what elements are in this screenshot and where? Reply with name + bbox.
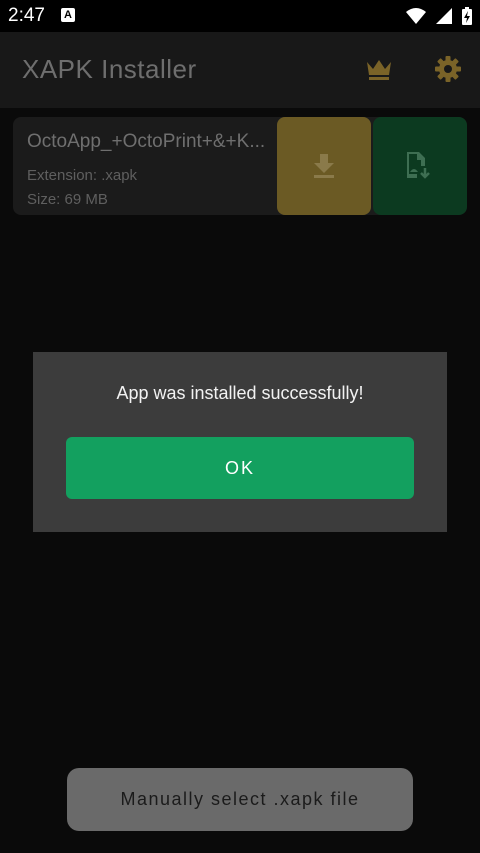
notification-icon: A bbox=[61, 8, 75, 22]
gear-icon[interactable] bbox=[433, 54, 463, 84]
select-xapk-button[interactable]: Manually select .xapk file bbox=[67, 768, 413, 831]
battery-charging-icon bbox=[462, 7, 472, 25]
file-size: Size: 69 MB bbox=[27, 191, 108, 208]
status-time: 2:47 bbox=[8, 5, 45, 26]
app-screen: 2:47 A XAPK Installer OctoApp_+OctoPrint… bbox=[0, 0, 480, 853]
file-card[interactable]: OctoApp_+OctoPrint+&+K... Extension: .xa… bbox=[13, 117, 467, 215]
cell-signal-icon bbox=[436, 8, 452, 24]
crown-icon[interactable] bbox=[364, 54, 394, 84]
download-button[interactable] bbox=[277, 117, 371, 215]
ok-button[interactable]: OK bbox=[66, 437, 414, 499]
install-file-icon bbox=[407, 152, 430, 179]
install-button[interactable] bbox=[373, 117, 467, 215]
download-icon bbox=[314, 154, 334, 178]
status-bar: 2:47 A bbox=[0, 0, 480, 32]
app-bar: XAPK Installer bbox=[0, 32, 480, 109]
file-name: OctoApp_+OctoPrint+&+K... bbox=[27, 131, 266, 152]
status-icons bbox=[406, 6, 472, 26]
success-dialog: App was installed successfully! OK bbox=[33, 352, 447, 532]
app-title: XAPK Installer bbox=[22, 54, 197, 84]
dialog-message: App was installed successfully! bbox=[116, 383, 364, 403]
wifi-icon bbox=[406, 8, 426, 24]
file-extension: Extension: .xapk bbox=[27, 167, 138, 184]
